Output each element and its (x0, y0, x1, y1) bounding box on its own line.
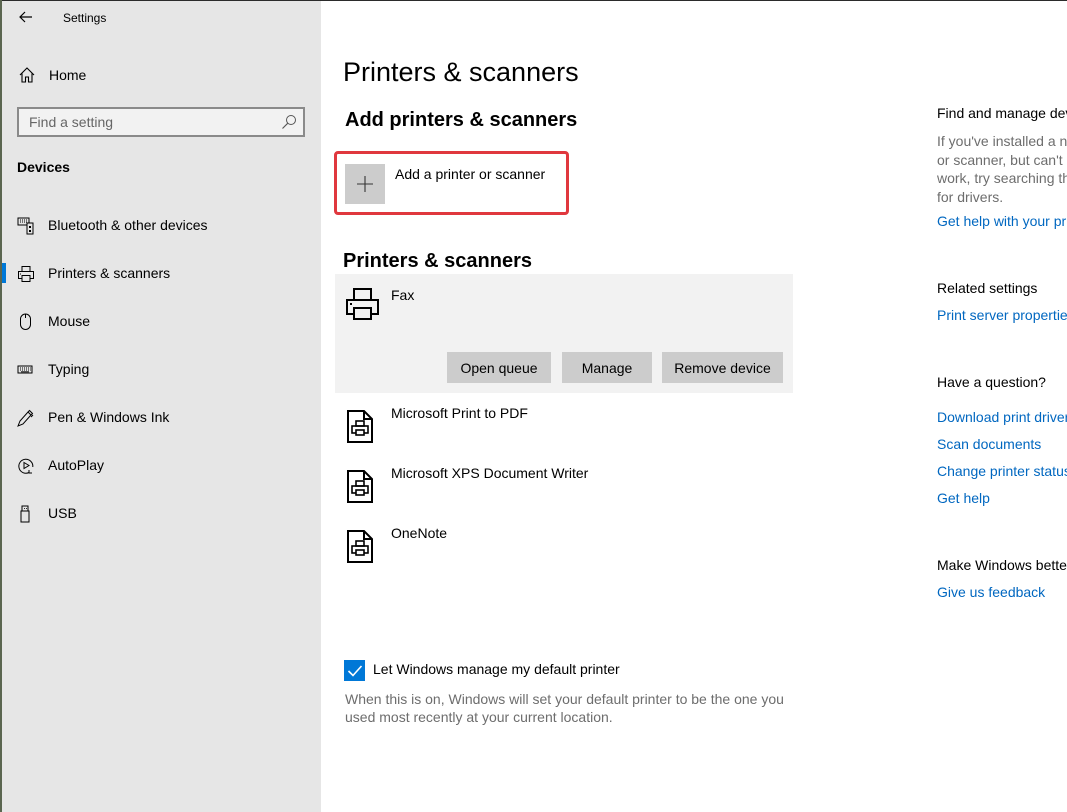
sidebar-item-mouse[interactable]: Mouse (2, 301, 321, 341)
mouse-icon (20, 313, 31, 330)
related-settings-heading: Related settings (937, 280, 1038, 296)
search-icon[interactable] (281, 114, 297, 130)
change-printer-status-link[interactable]: Change printer status (937, 463, 1067, 479)
make-windows-better-heading: Make Windows better (937, 557, 1067, 573)
sidebar-item-printers-scanners[interactable]: Printers & scanners (2, 253, 321, 293)
printer-document-icon (347, 470, 373, 503)
bluetooth-devices-icon (17, 217, 34, 235)
arrow-left-icon (19, 11, 32, 23)
sidebar-item-label: Bluetooth & other devices (48, 217, 208, 233)
right-panel: Find and manage devices If you've instal… (937, 1, 1067, 812)
printer-name: Fax (391, 287, 415, 303)
sidebar-item-label: Mouse (48, 313, 91, 329)
sidebar-item-usb[interactable]: USB (2, 493, 321, 533)
search-box[interactable] (17, 107, 305, 137)
home-icon (19, 67, 35, 83)
section-label-devices: Devices (17, 159, 70, 175)
sidebar-item-label: USB (48, 505, 77, 521)
default-printer-description: When this is on, Windows will set your d… (345, 691, 784, 725)
sidebar-item-label: Pen & Windows Ink (48, 409, 170, 425)
add-section-heading: Add printers & scanners (345, 109, 578, 131)
sidebar-item-label: Typing (48, 361, 90, 377)
search-input[interactable] (19, 109, 269, 135)
printers-list-heading: Printers & scanners (343, 250, 532, 272)
sidebar-item-pen-ink[interactable]: Pen & Windows Ink (2, 397, 321, 437)
default-printer-label: Let Windows manage my default printer (373, 661, 620, 677)
sidebar-item-label: Printers & scanners (48, 265, 171, 281)
printer-item-selected[interactable]: Fax Open queue Manage Remove device (335, 274, 793, 393)
keyboard-icon (17, 365, 33, 374)
sidebar: Settings Home Devices Bluetooth & other … (2, 1, 321, 812)
scan-documents-link[interactable]: Scan documents (937, 436, 1041, 452)
open-queue-button[interactable]: Open queue (447, 352, 551, 383)
sidebar-item-bluetooth[interactable]: Bluetooth & other devices (2, 205, 321, 245)
default-printer-checkbox[interactable] (344, 660, 365, 681)
printer-name: Microsoft XPS Document Writer (391, 465, 589, 481)
autoplay-icon (18, 458, 34, 474)
title-bar: Settings (2, 1, 321, 35)
get-help-printer-link[interactable]: Get help with your printer (937, 213, 1067, 229)
give-feedback-link[interactable]: Give us feedback (937, 584, 1045, 600)
back-button[interactable] (14, 5, 38, 29)
printer-icon (346, 288, 379, 320)
printer-name: Microsoft Print to PDF (391, 405, 528, 421)
remove-device-button[interactable]: Remove device (662, 352, 783, 383)
plus-tile (345, 164, 385, 204)
have-question-heading: Have a question? (937, 374, 1046, 390)
printer-item[interactable]: Microsoft XPS Document Writer (335, 461, 793, 517)
plus-icon (357, 176, 373, 192)
printer-document-icon (347, 410, 373, 443)
main-content: Printers & scanners Add printers & scann… (321, 1, 1067, 812)
find-manage-text: If you've installed a new printer or sca… (937, 133, 1067, 205)
printer-item[interactable]: Microsoft Print to PDF (335, 401, 793, 457)
printer-document-icon (347, 530, 373, 563)
pen-icon (17, 409, 34, 427)
checkmark-icon (347, 664, 362, 677)
find-manage-heading: Find and manage devices (937, 105, 1067, 121)
app-title: Settings (63, 11, 107, 25)
download-drivers-link[interactable]: Download print drivers (937, 409, 1067, 425)
get-help-link[interactable]: Get help (937, 490, 990, 506)
print-server-properties-link[interactable]: Print server properties (937, 307, 1067, 323)
page-title: Printers & scanners (343, 57, 579, 87)
printer-icon (18, 266, 34, 282)
usb-icon (20, 505, 30, 523)
printer-item[interactable]: OneNote (335, 521, 793, 577)
sidebar-item-autoplay[interactable]: AutoPlay (2, 445, 321, 485)
sidebar-item-label: Home (49, 67, 87, 83)
add-printer-button[interactable]: Add a printer or scanner (343, 163, 553, 205)
manage-button[interactable]: Manage (562, 352, 652, 383)
sidebar-item-typing[interactable]: Typing (2, 349, 321, 389)
printer-name: OneNote (391, 525, 448, 541)
active-indicator (2, 263, 6, 283)
sidebar-item-home[interactable]: Home (2, 59, 321, 91)
add-printer-label: Add a printer or scanner (395, 166, 546, 182)
sidebar-item-label: AutoPlay (48, 457, 105, 473)
